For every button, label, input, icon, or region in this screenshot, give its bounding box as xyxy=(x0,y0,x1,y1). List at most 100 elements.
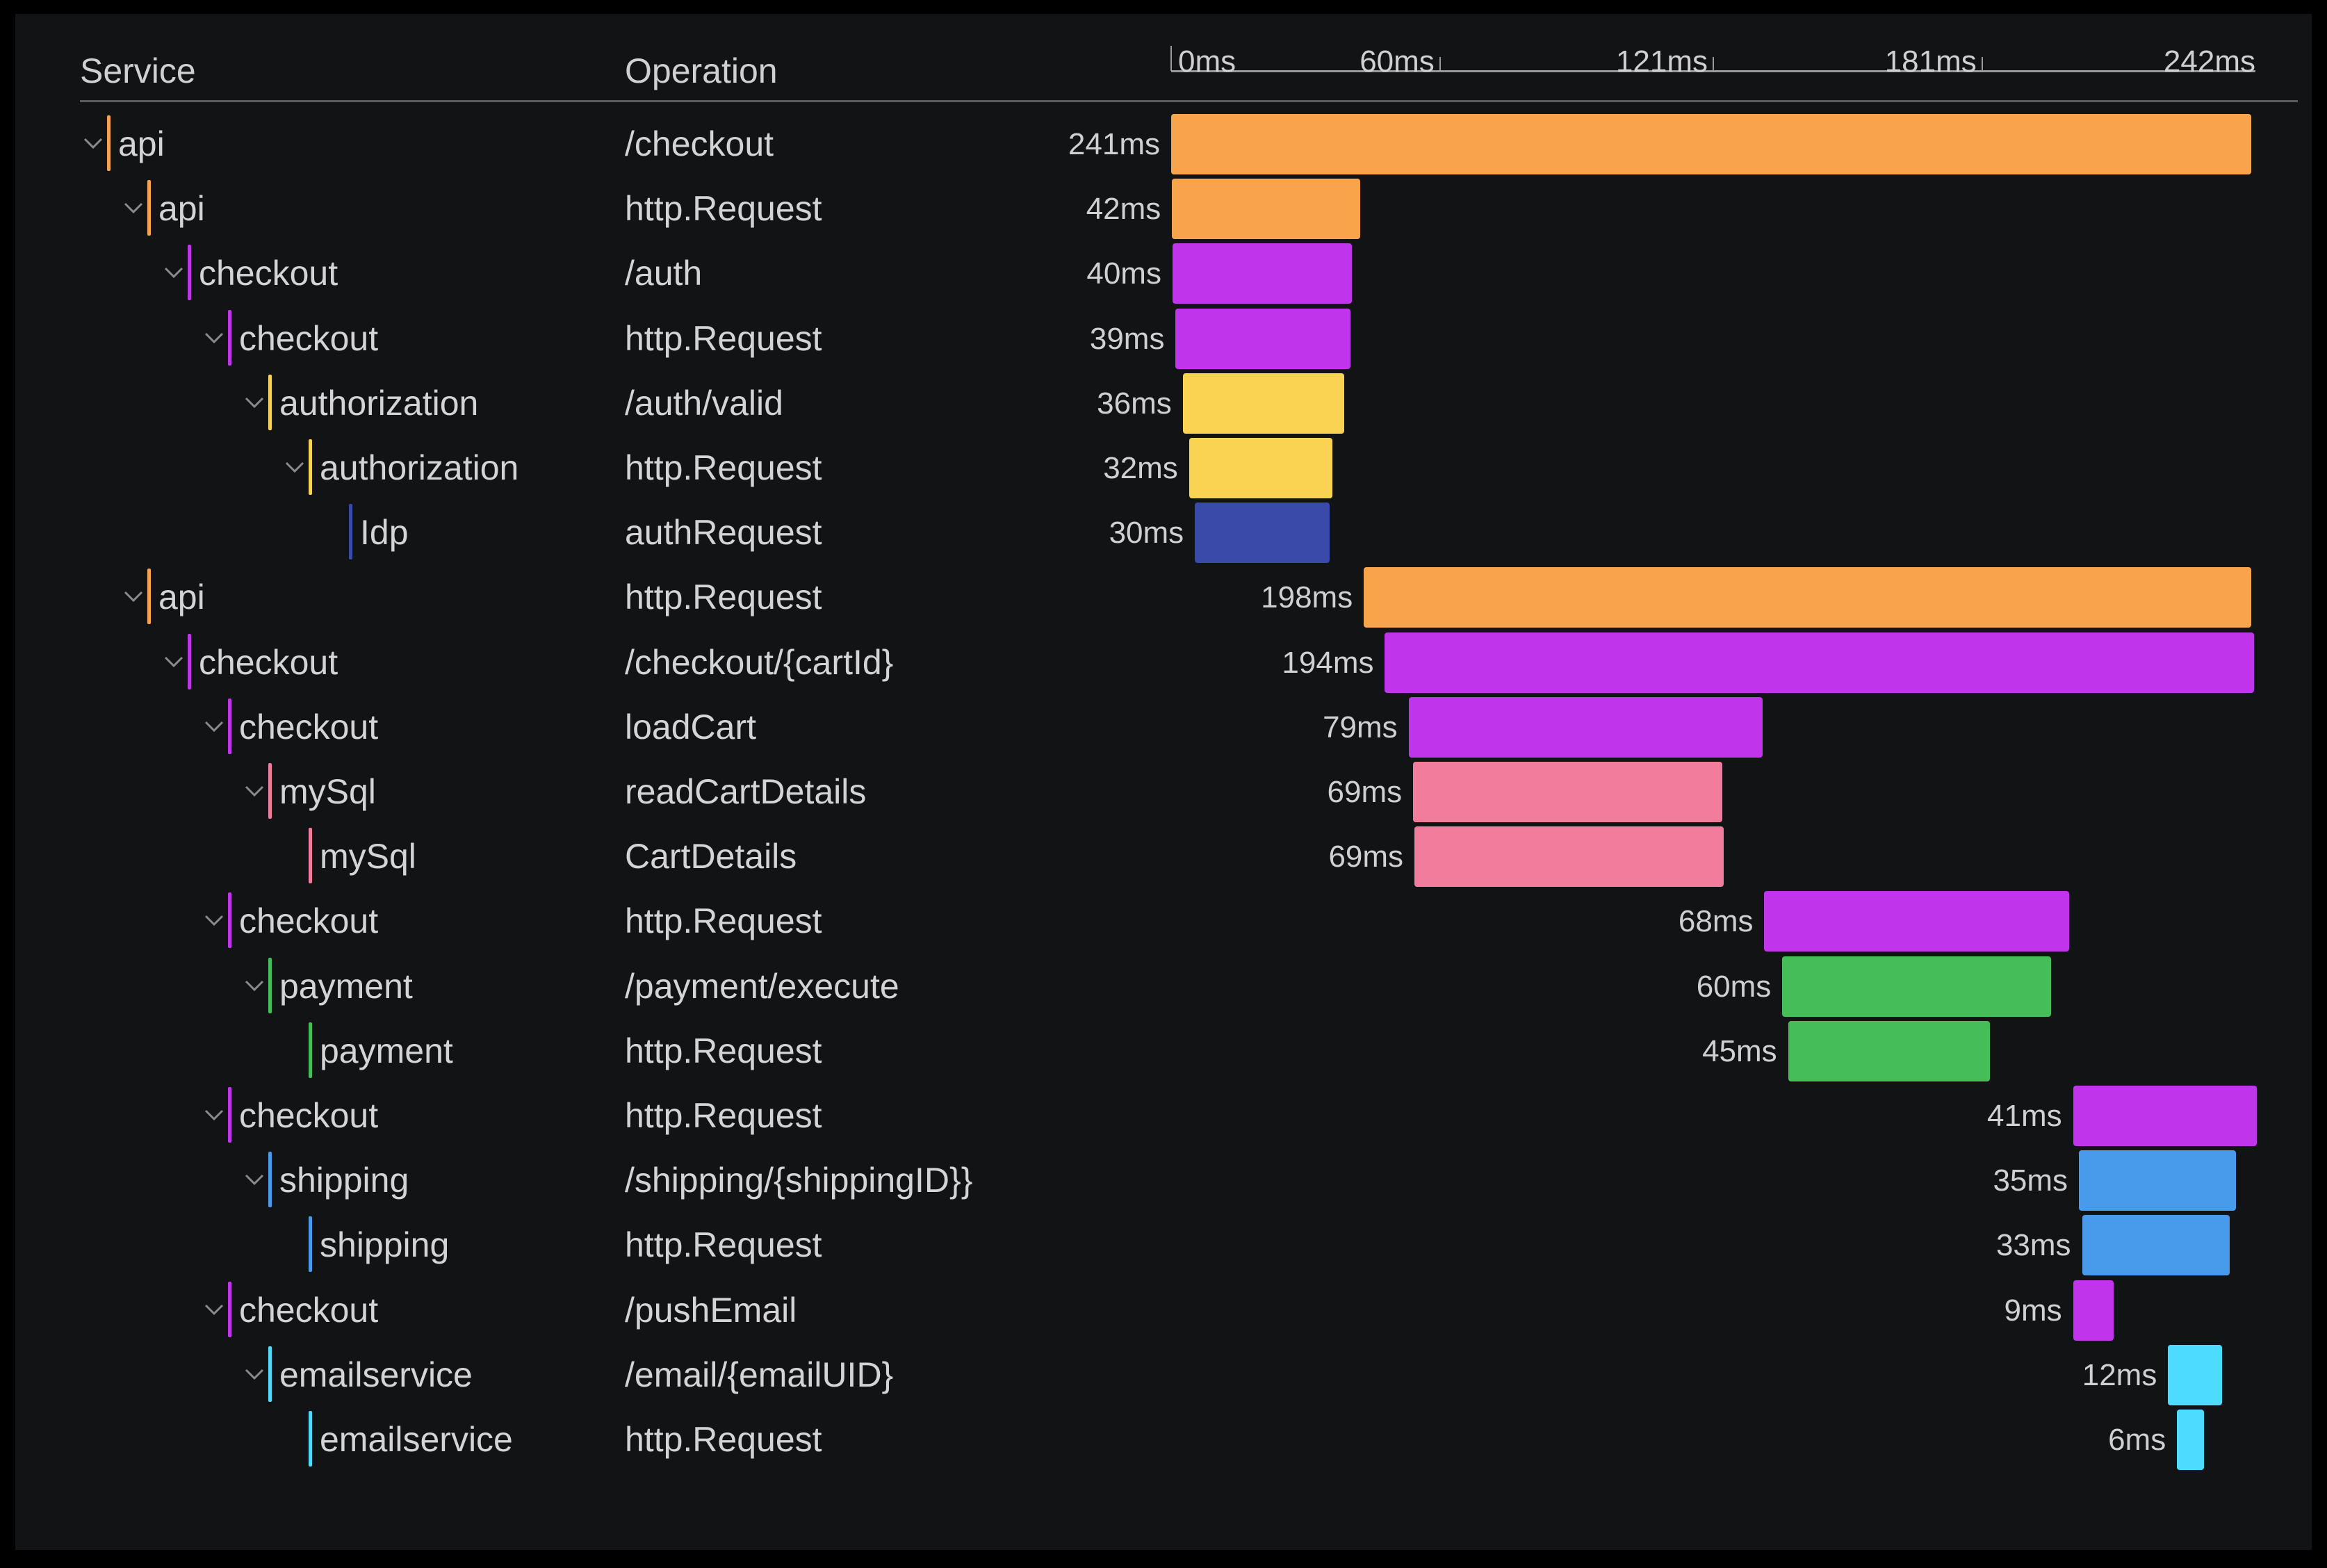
service-color-marker xyxy=(268,374,272,430)
chevron-down-icon[interactable] xyxy=(158,646,189,676)
service-color-marker xyxy=(268,1346,272,1402)
service-name: shipping xyxy=(279,1161,409,1200)
operation-name: CartDetails xyxy=(625,837,797,876)
operation-name: readCartDetails xyxy=(625,772,867,811)
span-bar[interactable] xyxy=(1408,696,1763,758)
span-row[interactable]: shipping/shipping/{shippingID}} 35ms xyxy=(15,1148,2312,1213)
span-row[interactable]: checkout/pushEmail 9ms xyxy=(15,1278,2312,1343)
span-row[interactable]: api http.Request 42ms xyxy=(15,177,2312,241)
span-row[interactable]: api http.Request 198ms xyxy=(15,565,2312,630)
service-color-marker xyxy=(268,1152,272,1208)
service-name: mySql xyxy=(320,837,416,876)
span-row[interactable]: payment http.Request 45ms xyxy=(15,1019,2312,1084)
span-bar[interactable] xyxy=(1182,373,1344,434)
service-color-marker xyxy=(147,569,151,625)
span-row[interactable]: emailservice http.Request 6ms xyxy=(15,1407,2312,1472)
span-row[interactable]: emailservice/email/{emailUID} 12ms xyxy=(15,1343,2312,1407)
span-row[interactable]: checkout http.Request 41ms xyxy=(15,1084,2312,1148)
service-name: checkout xyxy=(199,254,338,293)
chevron-down-icon[interactable] xyxy=(239,386,270,417)
span-duration-label: 41ms xyxy=(1987,1099,2062,1133)
chevron-down-icon[interactable] xyxy=(199,710,229,741)
operation-name: /auth xyxy=(625,254,703,293)
span-duration-label: 30ms xyxy=(1109,516,1184,550)
tick-mark xyxy=(1981,57,1983,71)
span-row[interactable]: mySql CartDetails 69ms xyxy=(15,824,2312,889)
service-name: api xyxy=(158,189,205,229)
span-row[interactable]: authorization/auth/valid 36ms xyxy=(15,371,2312,436)
span-row[interactable]: checkout http.Request 39ms xyxy=(15,307,2312,371)
chevron-down-icon[interactable] xyxy=(118,580,149,611)
chevron-down-icon[interactable] xyxy=(78,127,108,158)
chevron-down-icon[interactable] xyxy=(239,1358,270,1389)
span-bar[interactable] xyxy=(1364,567,2251,628)
span-bar[interactable] xyxy=(2168,1344,2222,1405)
span-row[interactable]: checkout loadCart 79ms xyxy=(15,695,2312,760)
span-duration-label: 12ms xyxy=(2082,1357,2157,1392)
span-row[interactable]: checkout http.Request 68ms xyxy=(15,889,2312,954)
span-bar[interactable] xyxy=(1189,438,1333,498)
span-duration-label: 33ms xyxy=(1995,1228,2071,1263)
span-duration-label: 40ms xyxy=(1086,256,1161,291)
service-color-marker xyxy=(228,1281,231,1337)
span-duration-label: 32ms xyxy=(1103,451,1178,485)
service-color-marker xyxy=(228,698,231,754)
tick-mark xyxy=(1170,46,1172,71)
service-name: mySql xyxy=(279,772,376,811)
chevron-down-icon[interactable] xyxy=(199,1293,229,1324)
span-bar[interactable] xyxy=(1764,891,2069,952)
span-row[interactable]: Idp authRequest 30ms xyxy=(15,500,2312,565)
chevron-down-icon[interactable] xyxy=(239,970,270,1000)
service-name: shipping xyxy=(320,1225,450,1265)
service-color-marker xyxy=(188,245,191,301)
span-duration-label: 39ms xyxy=(1089,321,1165,356)
header-divider xyxy=(80,100,2298,102)
span-bar[interactable] xyxy=(1171,114,2251,174)
span-row[interactable]: authorization http.Request 32ms xyxy=(15,436,2312,500)
chevron-down-icon[interactable] xyxy=(199,322,229,352)
span-bar[interactable] xyxy=(2082,1215,2230,1276)
span-duration-label: 9ms xyxy=(2004,1293,2062,1328)
chevron-down-icon[interactable] xyxy=(279,451,310,482)
service-name: emailservice xyxy=(279,1355,473,1394)
span-row[interactable]: checkout/auth 40ms xyxy=(15,241,2312,306)
span-bar[interactable] xyxy=(2079,1150,2236,1211)
span-duration-label: 68ms xyxy=(1678,904,1754,939)
chevron-down-icon[interactable] xyxy=(239,775,270,806)
tick-mark xyxy=(1713,57,1714,71)
span-bar[interactable] xyxy=(1172,179,1361,240)
span-bar[interactable] xyxy=(1413,762,1722,822)
span-bar[interactable] xyxy=(1782,956,2052,1017)
operation-name: http.Request xyxy=(625,1225,822,1265)
span-row[interactable]: mySql readCartDetails 69ms xyxy=(15,760,2312,824)
span-bar[interactable] xyxy=(1175,308,1350,369)
service-color-marker xyxy=(268,957,272,1013)
chevron-down-icon[interactable] xyxy=(239,1163,270,1194)
service-name: api xyxy=(158,578,205,617)
service-color-marker xyxy=(188,633,191,689)
tick-label: 0ms xyxy=(1178,44,1236,79)
span-duration-label: 42ms xyxy=(1086,192,1161,227)
chevron-down-icon[interactable] xyxy=(199,1099,229,1129)
span-bar[interactable] xyxy=(2177,1410,2204,1470)
span-row[interactable]: payment/payment/execute 60ms xyxy=(15,954,2312,1019)
span-bar[interactable] xyxy=(1172,243,1352,304)
tick-mark xyxy=(1439,57,1441,71)
span-duration-label: 35ms xyxy=(1993,1163,2068,1198)
chevron-down-icon[interactable] xyxy=(199,904,229,935)
span-bar[interactable] xyxy=(1414,826,1724,888)
span-row[interactable]: shipping http.Request 33ms xyxy=(15,1213,2312,1277)
span-bar[interactable] xyxy=(2073,1086,2257,1146)
span-row[interactable]: checkout/checkout/{cartId} 194ms xyxy=(15,630,2312,695)
span-bar[interactable] xyxy=(1195,503,1330,564)
span-duration-label: 79ms xyxy=(1323,710,1398,744)
span-bar[interactable] xyxy=(2073,1280,2114,1341)
span-bar[interactable] xyxy=(1385,632,2255,693)
span-row[interactable]: api/checkout 241ms xyxy=(15,112,2312,177)
chevron-down-icon[interactable] xyxy=(158,256,189,287)
chevron-down-icon[interactable] xyxy=(118,192,149,222)
operation-name: http.Request xyxy=(625,901,822,941)
span-bar[interactable] xyxy=(1788,1020,1990,1081)
span-duration-label: 69ms xyxy=(1327,775,1403,809)
service-color-marker xyxy=(147,180,151,236)
